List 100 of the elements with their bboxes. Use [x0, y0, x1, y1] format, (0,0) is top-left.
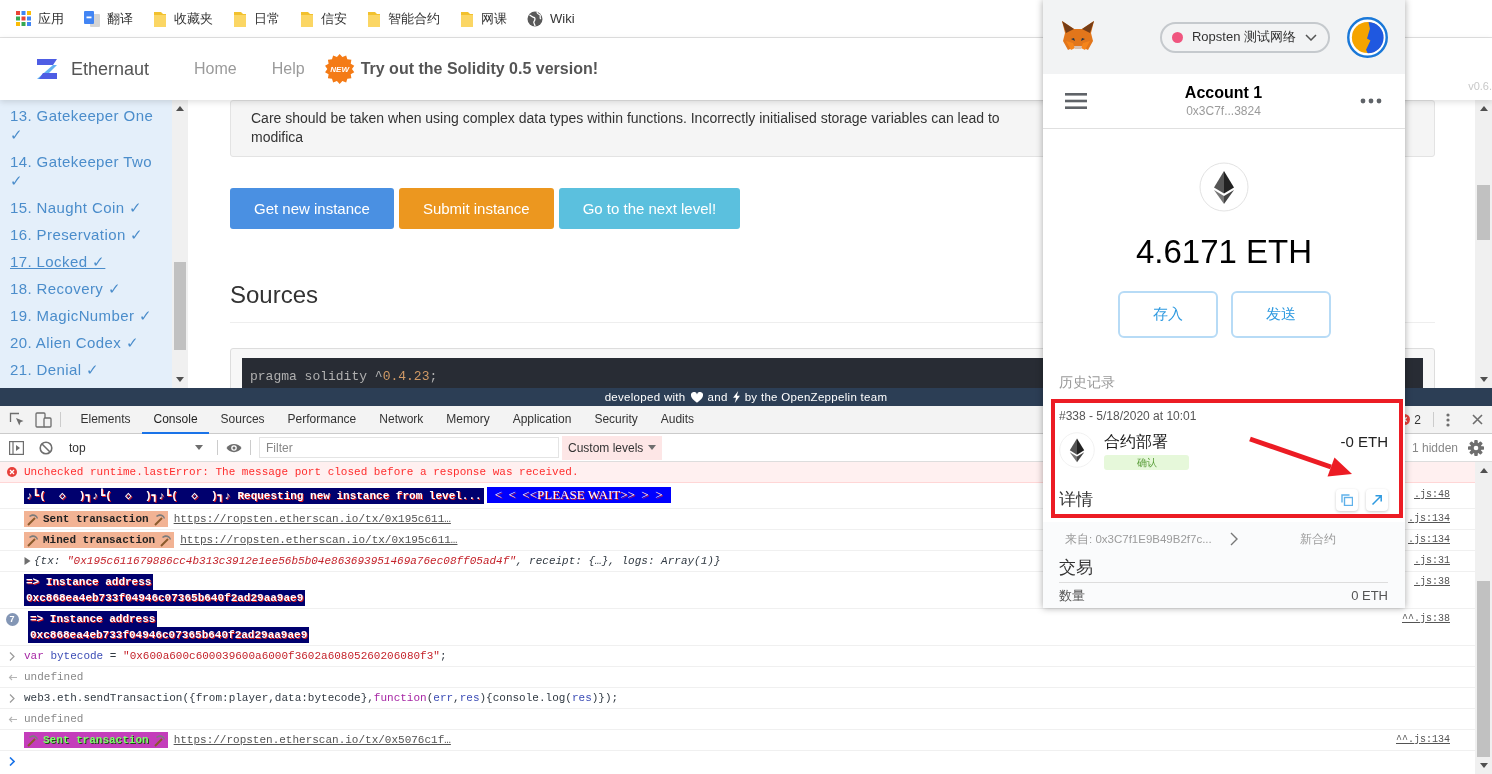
return-arrow-icon	[7, 673, 17, 681]
section-title: 交易	[1059, 558, 1093, 577]
devtools-tab[interactable]: Sources	[209, 406, 277, 434]
disclosure-triangle-icon[interactable]	[24, 557, 31, 565]
detail-value: 0 ETH	[1351, 587, 1388, 604]
gear-icon[interactable]	[1468, 439, 1484, 456]
globe-icon	[527, 10, 543, 27]
inspect-icon[interactable]	[9, 411, 25, 428]
source-link[interactable]: .js:38	[1414, 574, 1450, 590]
devtools-tab[interactable]: Elements	[69, 406, 143, 434]
devtools-tab[interactable]: Security	[582, 406, 650, 434]
command-text: var bytecode = "0x600a600c600039600a6000f3602a60805260206080f3";	[24, 650, 447, 662]
transaction-amount: -0 ETH	[1340, 432, 1388, 452]
ether-icon	[1059, 432, 1095, 468]
log-text: Mined transaction	[43, 533, 156, 548]
bookmark[interactable]: 日常	[233, 9, 280, 28]
error-icon	[7, 467, 17, 477]
folder-icon	[153, 10, 167, 27]
sidebar-toggle-icon[interactable]	[9, 440, 24, 455]
diagonal-arrow-icon	[1371, 494, 1383, 506]
transaction-link[interactable]: https://ropsten.etherscan.io/tx/0x5076c1f…	[173, 734, 451, 746]
transaction-link[interactable]: https://ropsten.etherscan.io/tx/0x195c611…	[180, 534, 458, 546]
footer-text: and	[707, 391, 728, 403]
scroll-up-icon	[1479, 106, 1488, 111]
eye-icon[interactable]	[226, 441, 242, 454]
devtools-tab[interactable]: Application	[501, 406, 583, 434]
source-link[interactable]: .js:31	[1414, 553, 1450, 569]
log-message: < < <<PLEASE WAIT>> > >	[486, 487, 671, 503]
close-icon[interactable]	[1472, 414, 1483, 425]
bookmark[interactable]: 应用	[16, 9, 64, 28]
error-count[interactable]: 2	[1414, 412, 1421, 427]
lightning-icon	[732, 391, 740, 403]
source-link[interactable]: .js:134	[1408, 532, 1450, 548]
log-message: => Instance address	[24, 574, 154, 590]
clear-icon[interactable]	[39, 440, 53, 455]
bookmark[interactable]: Wiki	[527, 10, 575, 27]
repeat-count: 7	[5, 612, 19, 626]
bookmark[interactable]: 智能合约	[367, 9, 440, 28]
bookmark[interactable]: 翻译	[84, 9, 133, 28]
log-text: Sent transaction	[43, 512, 149, 527]
context-select[interactable]: top	[63, 436, 209, 459]
avatar-icon[interactable]	[1347, 16, 1388, 58]
result-text: undefined	[24, 671, 84, 683]
command-text: web3.eth.sendTransaction({from:player,data:bytecode},function(err,res){console.log(res)});	[24, 692, 619, 704]
devtools-tab[interactable]: Performance	[276, 406, 368, 434]
caret-icon	[195, 445, 203, 450]
network-selector[interactable]: Ropsten 测试网络	[1159, 21, 1330, 53]
levels-dropdown[interactable]: Custom levels	[562, 435, 663, 460]
menu-icon[interactable]	[1065, 93, 1087, 109]
log-message: => Instance address	[28, 611, 158, 627]
pickaxe-icon	[152, 733, 166, 747]
source-link[interactable]: .js:134	[1408, 511, 1450, 527]
open-link-button[interactable]	[1366, 489, 1388, 511]
folder-icon	[233, 10, 247, 27]
log-message: 0xc868ea4eb733f04946c07365b640f2ad29aa9ae9	[24, 590, 306, 606]
source-link[interactable]: ^^.js:38	[1402, 611, 1450, 627]
devtools-tab[interactable]: Console	[142, 406, 210, 434]
sender-address: 来自: 0x3C7f1E9B49B2f7c...	[1065, 532, 1212, 547]
error-message: Unchecked runtime.lastError: The message port closed before a response was received.	[24, 466, 579, 478]
history-heading: 历史记录	[1059, 374, 1115, 390]
scroll-up-icon	[1479, 468, 1488, 473]
pickaxe-icon	[152, 512, 166, 526]
result-text: undefined	[24, 713, 84, 725]
bookmark[interactable]: 收藏夹	[153, 9, 213, 28]
log-text: Sent transaction	[43, 733, 149, 748]
more-icon[interactable]	[1360, 98, 1382, 104]
code-line: pragma solidity ^0.4.23;	[250, 369, 438, 385]
folder-icon	[367, 10, 381, 27]
recipient-label: 新合约	[1299, 532, 1336, 547]
ether-icon	[1199, 162, 1249, 212]
promo-link[interactable]: Try out the Solidity 0.5 version!	[360, 60, 599, 78]
scrollbar-thumb[interactable]	[174, 262, 186, 350]
caret-icon	[648, 445, 657, 450]
copy-icon	[1341, 494, 1353, 506]
pages-icon	[84, 10, 100, 27]
chevron-right-icon	[1229, 532, 1238, 546]
chevron-icon	[9, 693, 15, 703]
filter-field[interactable]: Filter	[259, 437, 559, 458]
devtools-tab[interactable]: Network	[367, 406, 435, 434]
account-name[interactable]: Account 1	[1184, 83, 1263, 103]
source-link[interactable]: ^^.js:134	[1396, 732, 1450, 748]
prompt-icon[interactable]	[9, 756, 15, 766]
kebab-menu-icon[interactable]	[1446, 412, 1450, 427]
log-message: ♪┗( ◇ )┓♪┗( ◇ )┓♪┗( ◇ )┓♪ Requesting new instance from level...	[24, 488, 484, 504]
bookmark[interactable]: 信安	[300, 9, 347, 28]
transaction-meta: #338 - 5/18/2020 at 10:01	[1059, 409, 1197, 423]
copy-button[interactable]	[1336, 489, 1358, 511]
bookmark[interactable]: 网课	[460, 9, 507, 28]
pickaxe-icon	[159, 533, 173, 547]
device-icon[interactable]	[35, 411, 52, 428]
transaction-link[interactable]: https://ropsten.etherscan.io/tx/0x195c611…	[173, 513, 451, 525]
apps-grid-icon	[16, 11, 31, 26]
return-arrow-icon	[7, 715, 17, 723]
scrollbar-thumb[interactable]	[1477, 185, 1490, 240]
devtools-tab[interactable]: Memory	[434, 406, 502, 434]
devtools-tab[interactable]: Audits	[649, 406, 706, 434]
source-link[interactable]: .js:48	[1414, 487, 1450, 503]
scrollbar-thumb[interactable]	[1477, 581, 1490, 757]
pickaxe-icon	[26, 512, 39, 526]
section-heading: Sources	[230, 281, 319, 308]
